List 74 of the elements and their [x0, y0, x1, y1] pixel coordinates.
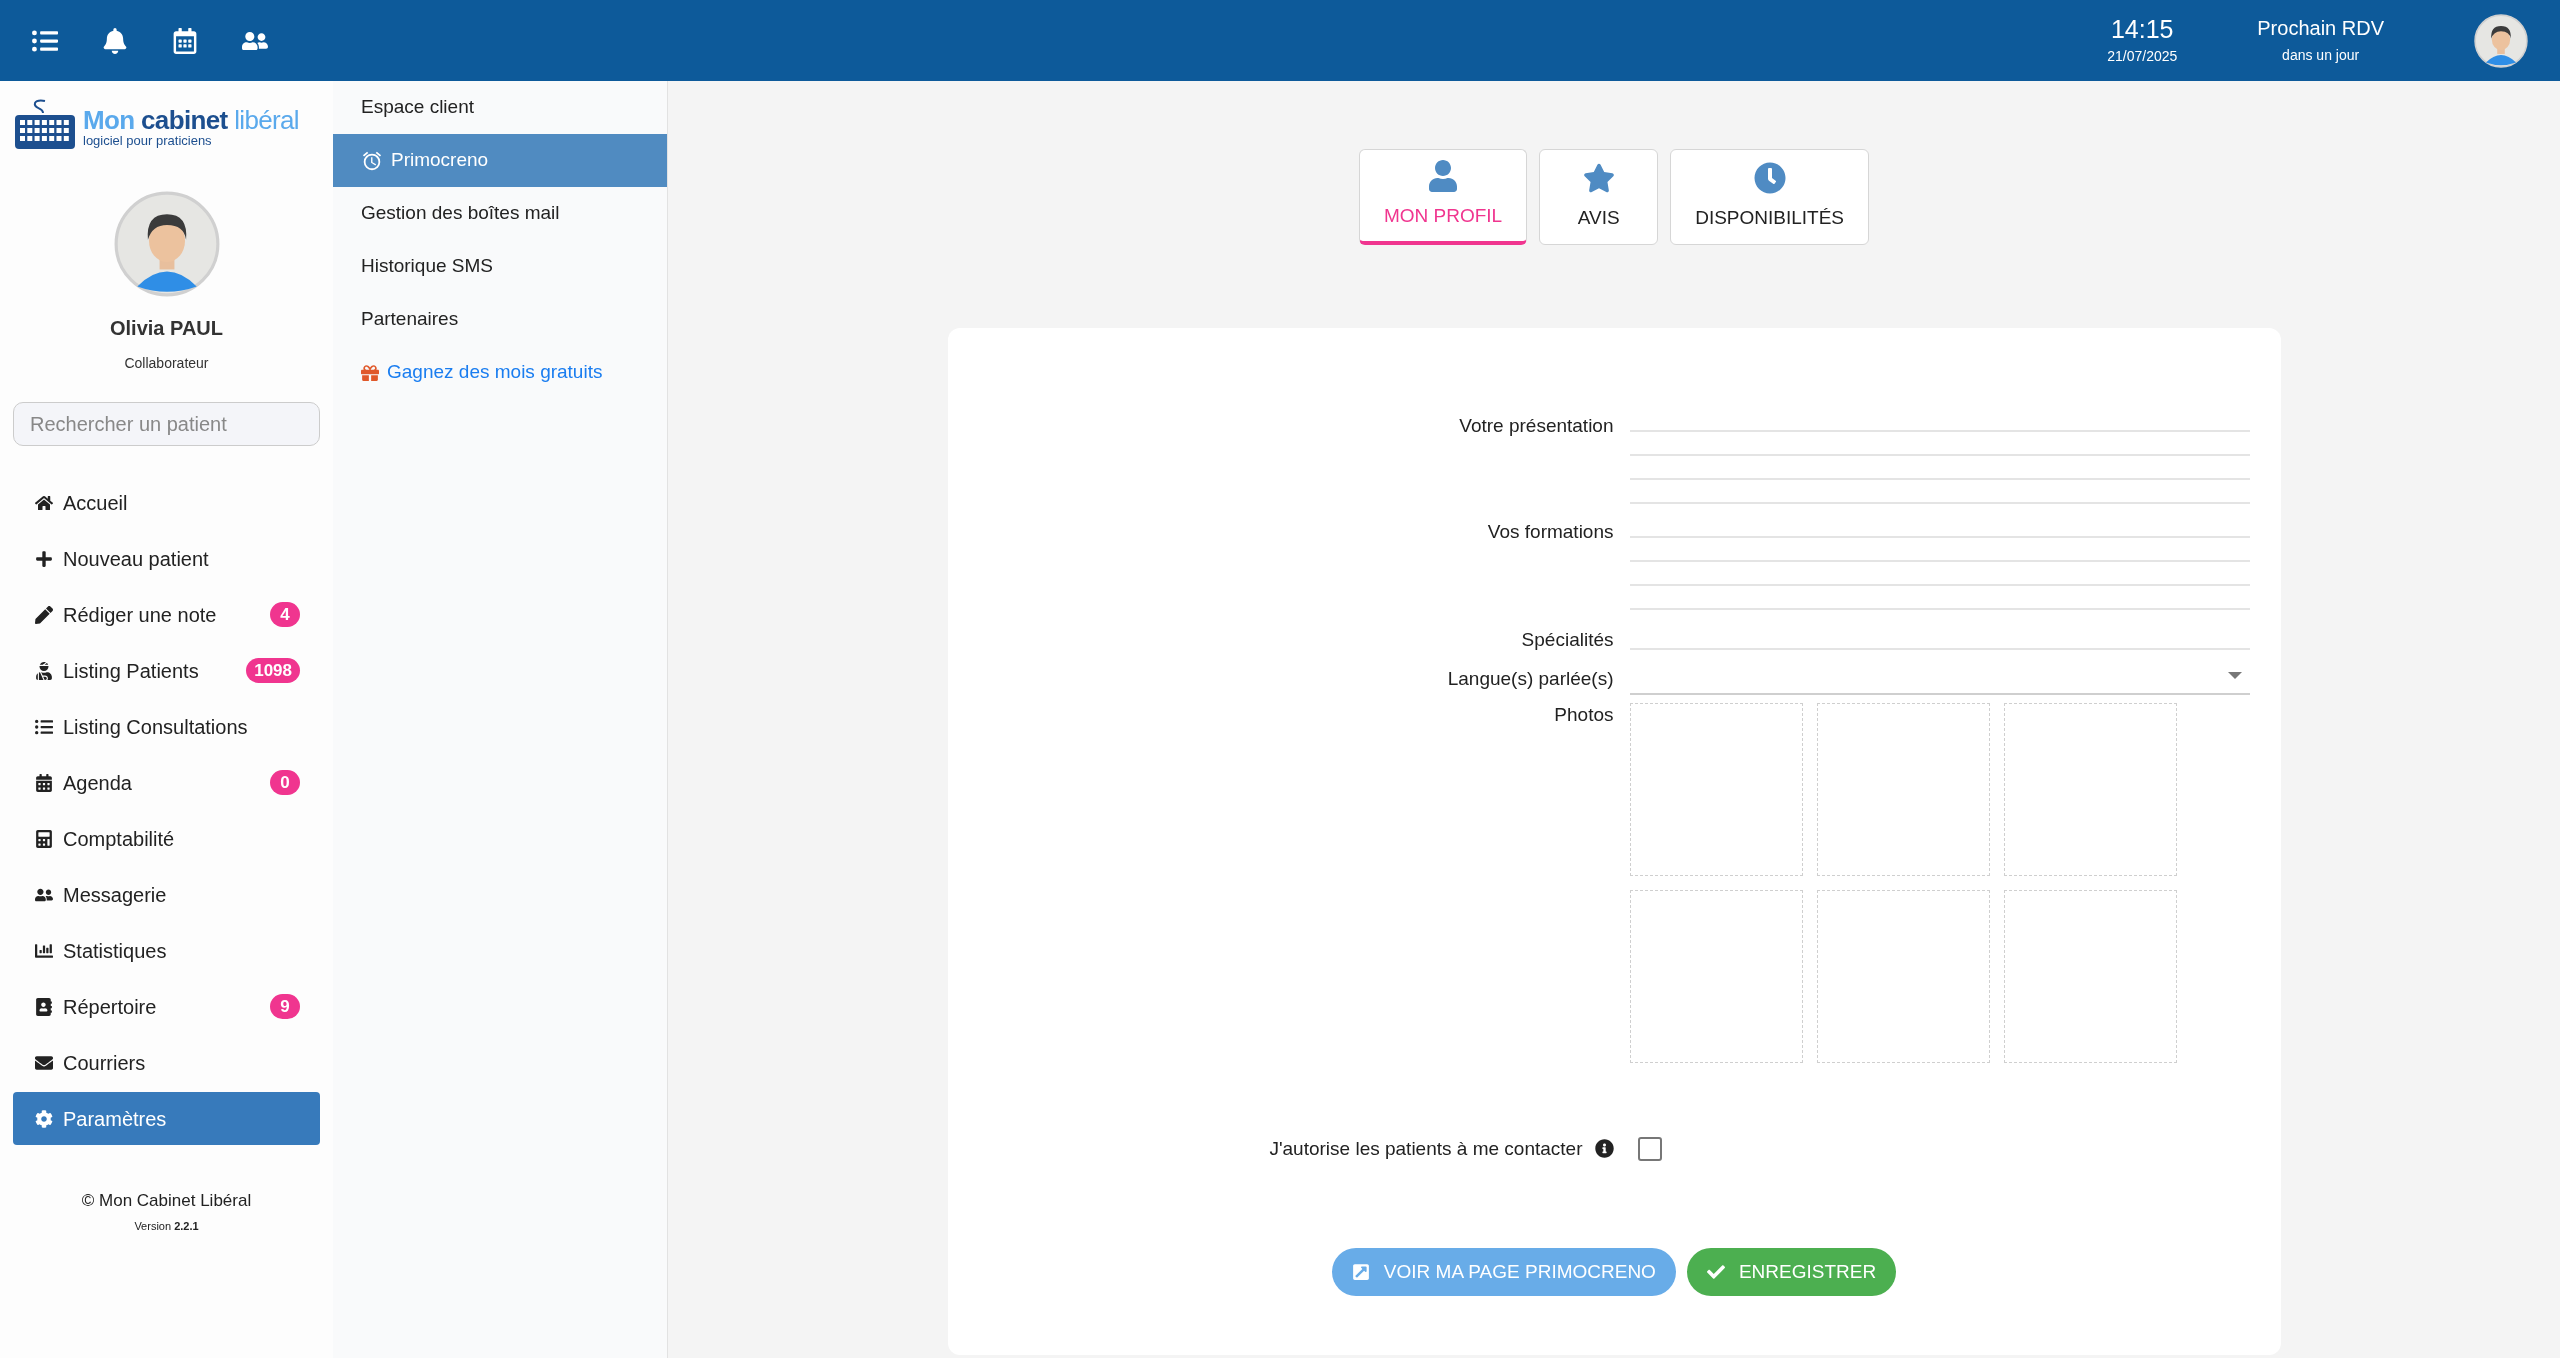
count-badge: 0 [270, 770, 300, 795]
photo-upload-slot[interactable] [1629, 889, 1803, 1063]
user-avatar-button[interactable] [2474, 13, 2528, 68]
field-label: Langue(s) parlée(s) [1446, 666, 1614, 691]
next-appointment-value: dans un jour [2282, 45, 2360, 65]
sidebar-item[interactable]: Comptabilité [13, 812, 320, 865]
next-appointment-label: Prochain RDV [2257, 15, 2384, 41]
submenu-item[interactable]: Primocreno [333, 134, 667, 187]
sidebar-item[interactable]: Listing Consultations [13, 700, 320, 753]
count-badge: 1098 [246, 658, 300, 683]
count-badge: 4 [270, 602, 300, 627]
bar-chart-icon [33, 941, 55, 960]
photo-upload-slot[interactable] [1629, 702, 1803, 876]
user-role: Collaborateur [123, 354, 210, 373]
profile-tab[interactable]: MON PROFIL [1358, 149, 1528, 245]
sidebar-item[interactable]: Paramètres [13, 1092, 320, 1145]
external-link-icon [1351, 1263, 1370, 1281]
settings-icon [33, 1109, 55, 1128]
sidebar-item[interactable]: Statistiques [13, 924, 320, 977]
keyboard-logo-icon [15, 99, 75, 149]
info-icon [1594, 1139, 1614, 1159]
sidebar-item[interactable]: Messagerie [13, 868, 320, 921]
copyright-text: © Mon Cabinet Libéral [80, 1190, 253, 1212]
profile-tab[interactable]: AVIS [1539, 149, 1659, 245]
calendar-icon[interactable] [172, 27, 198, 54]
submenu-item[interactable]: Espace client [333, 81, 667, 134]
alarm-clock-icon [361, 149, 383, 172]
sidebar-item[interactable]: Rédiger une note 4 [13, 588, 320, 641]
profile-tab[interactable]: DISPONIBILITÉS [1670, 149, 1870, 245]
submenu-item[interactable]: Historique SMS [333, 240, 667, 293]
submenu-item[interactable]: Gestion des boîtes mail [333, 187, 667, 240]
version-text: Version 2.2.1 [133, 1218, 200, 1234]
menu-icon[interactable] [32, 27, 58, 54]
photo-upload-slot[interactable] [1816, 889, 1990, 1063]
count-badge: 9 [270, 994, 300, 1019]
clock-icon [1753, 161, 1786, 194]
user-name: Olivia PAUL [109, 316, 224, 341]
field-label: Photos [1553, 702, 1614, 727]
photo-upload-slot[interactable] [2004, 889, 2178, 1063]
field-label: Vos formations [1486, 520, 1614, 544]
photo-upload-slot[interactable] [1816, 702, 1990, 876]
check-icon [1706, 1263, 1725, 1281]
calendar-icon [33, 773, 55, 792]
field-label: Votre présentation [1458, 414, 1614, 438]
sidebar-item[interactable]: Accueil [13, 476, 320, 529]
person-icon [1427, 160, 1460, 193]
calculator-icon [33, 829, 55, 848]
home-icon [33, 493, 55, 512]
pencil-icon [33, 605, 55, 624]
sidebar-item[interactable]: Agenda 0 [13, 756, 320, 809]
sidebar-item[interactable]: Répertoire 9 [13, 980, 320, 1033]
bell-icon[interactable] [102, 27, 128, 54]
promo-link[interactable]: Gagnez des mois gratuits [333, 346, 667, 399]
star-icon [1582, 161, 1615, 194]
envelope-icon [33, 1053, 55, 1072]
sidebar-item[interactable]: Courriers [13, 1036, 320, 1089]
consent-label: J'autorise les patients à me contacter [1269, 1136, 1583, 1161]
photo-upload-slot[interactable] [2004, 702, 2178, 876]
submenu-item[interactable]: Partenaires [333, 293, 667, 346]
clock-time: 14:15 [2110, 14, 2174, 46]
patient-search-field[interactable]: Rechercher un patient [13, 402, 320, 446]
list-icon [33, 717, 55, 736]
logo-tagline: logiciel pour praticiens [83, 132, 213, 149]
field-label: Spécialités [1520, 628, 1614, 652]
sidebar-item[interactable]: Nouveau patient [13, 532, 320, 585]
plus-icon [33, 549, 55, 568]
sidebar-item[interactable]: Listing Patients 1098 [13, 644, 320, 697]
clock-date: 21/07/2025 [2107, 46, 2178, 66]
consent-checkbox[interactable] [1637, 1136, 1662, 1161]
gift-icon [361, 363, 379, 382]
caret-icon [2227, 672, 2242, 679]
address-book-icon [33, 997, 55, 1016]
patient-icon [33, 661, 55, 680]
logo-wordmark: Mon cabinet libéral [83, 106, 299, 133]
